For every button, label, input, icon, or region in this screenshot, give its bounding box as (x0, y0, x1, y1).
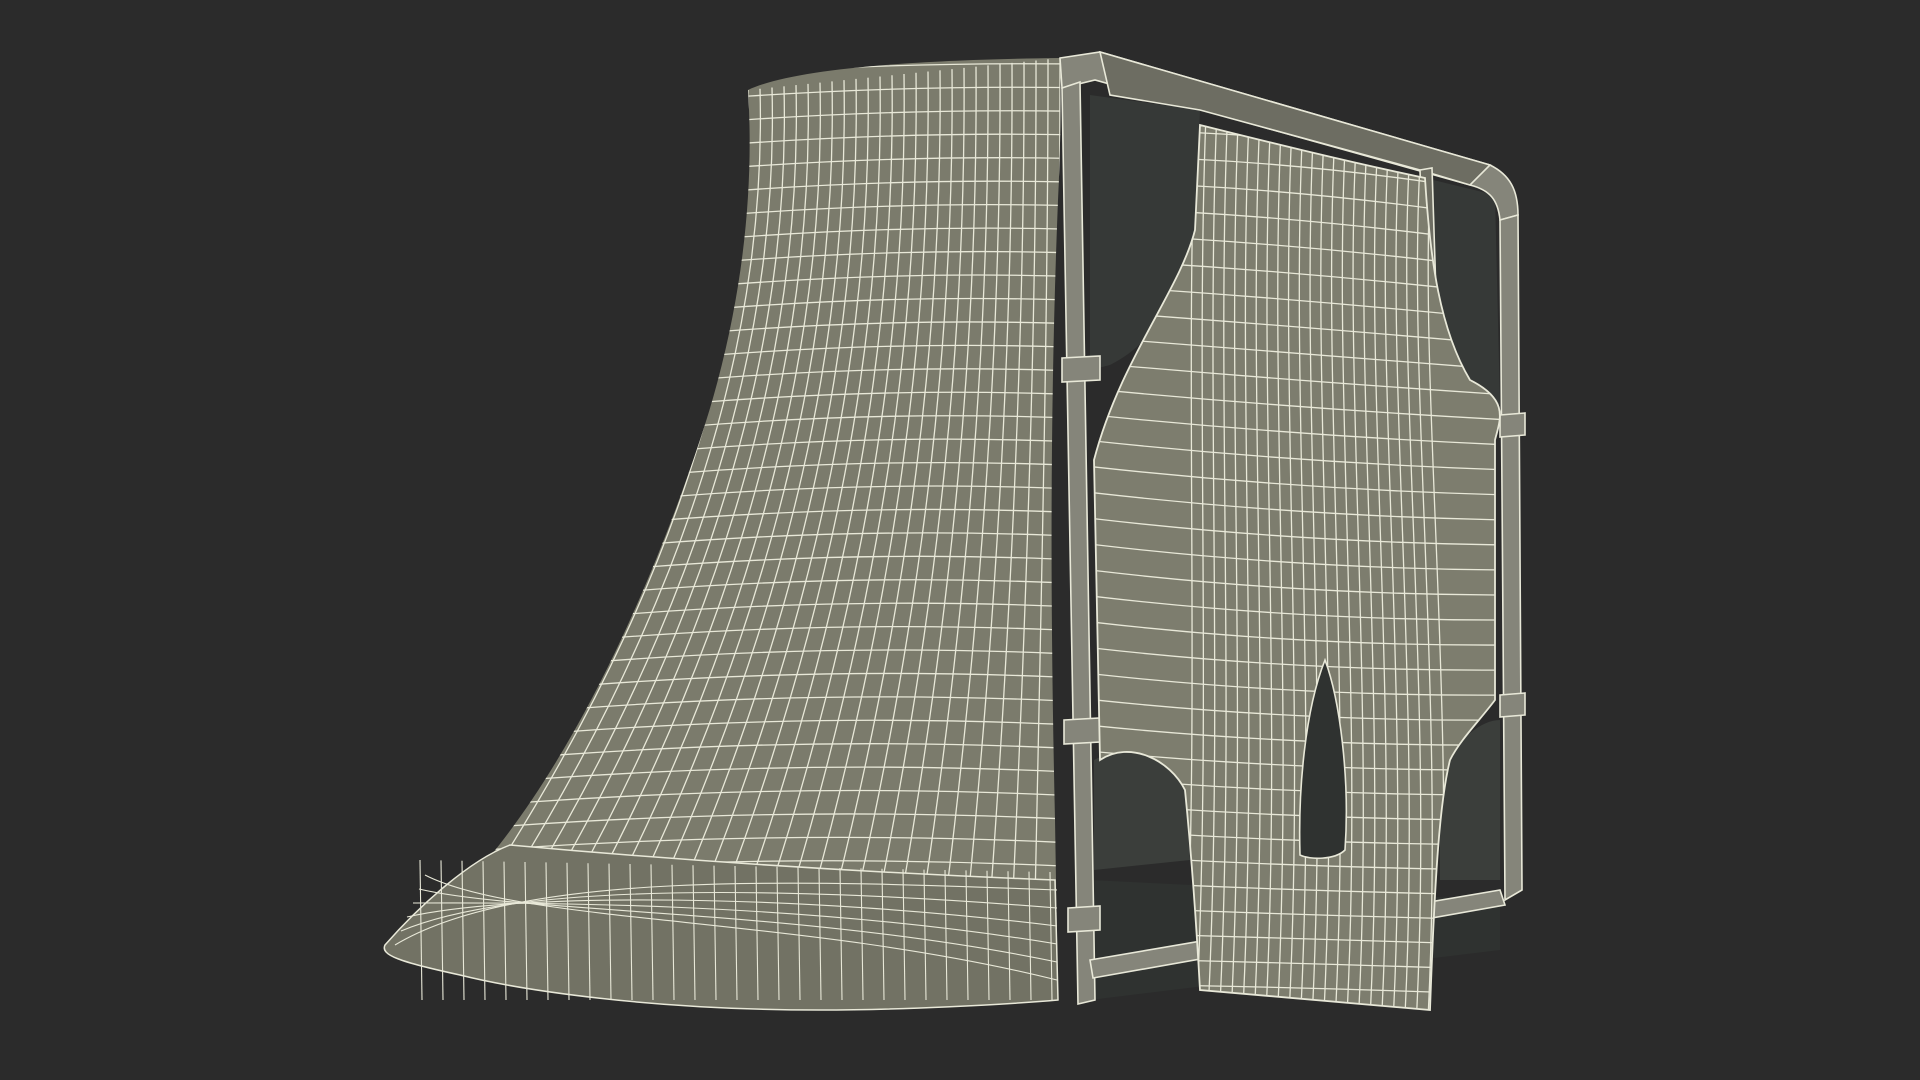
cloth-wire-horizontal (1094, 1009, 1500, 1010)
side-sheet (383, 58, 1061, 1011)
wireframe-model (383, 50, 1526, 1011)
frame-clamp-2 (1063, 717, 1101, 745)
frame-clamp-4 (1499, 412, 1526, 438)
frame-clamp-1 (1061, 355, 1101, 383)
render-viewport (0, 0, 1920, 1080)
frame-clamp-5 (1499, 692, 1526, 718)
frame-front-post-right (1499, 213, 1523, 902)
frame-clamp-3 (1067, 905, 1101, 933)
